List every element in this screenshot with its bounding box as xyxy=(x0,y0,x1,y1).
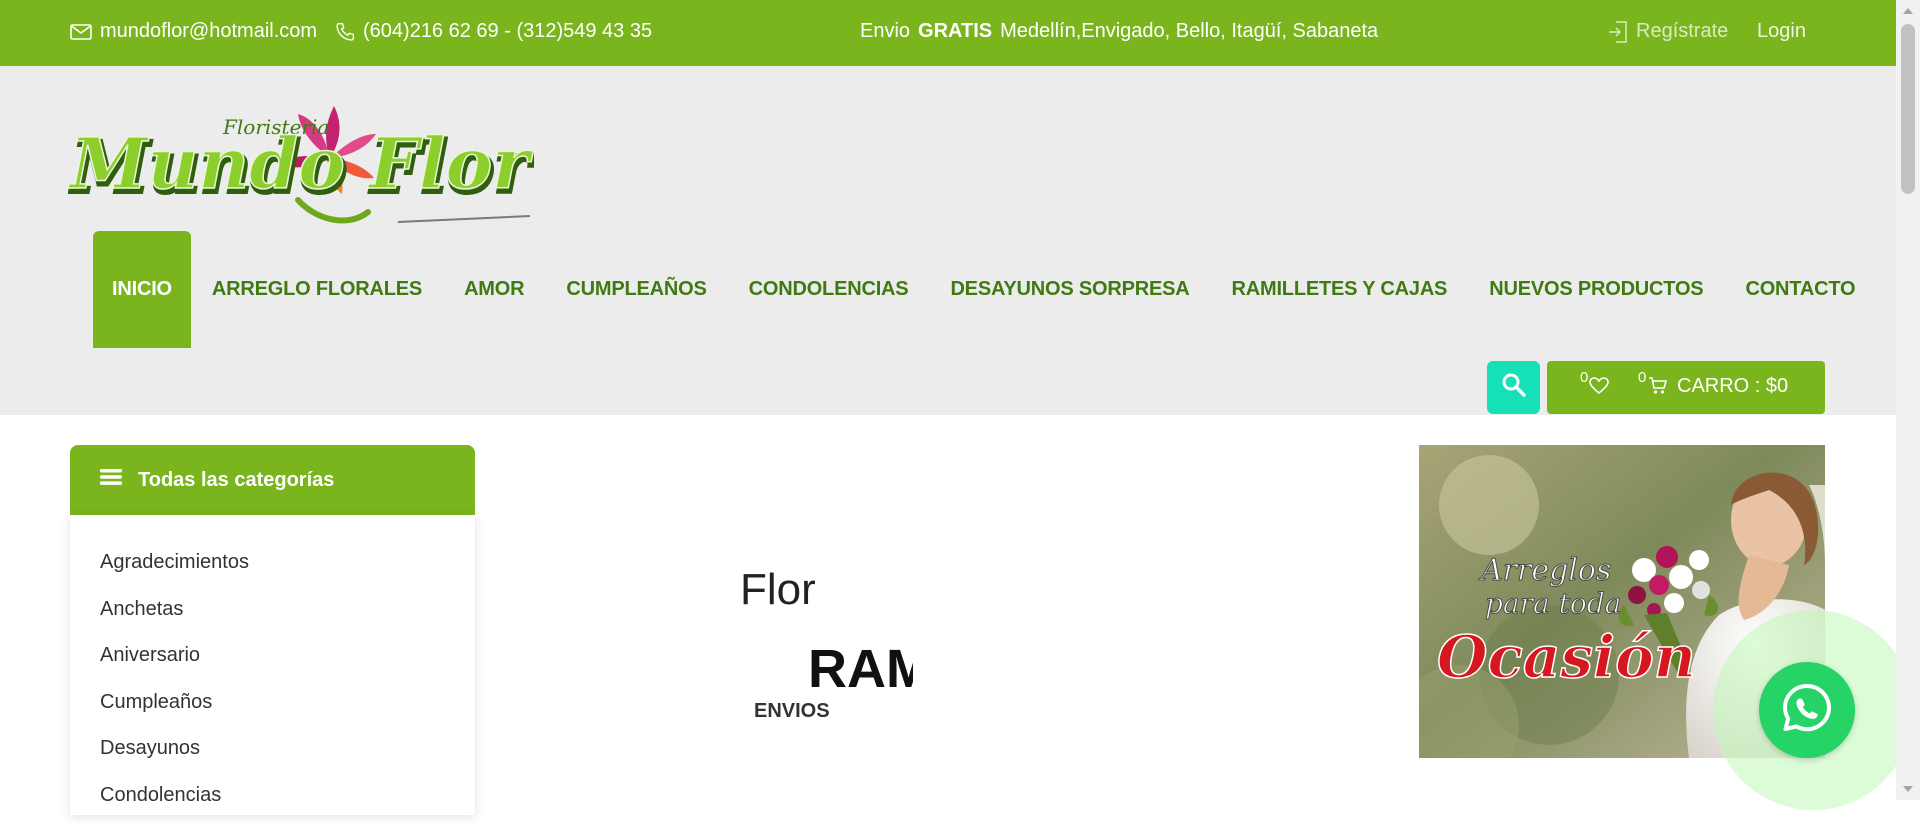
sign-in-icon xyxy=(1608,21,1628,43)
heart-icon[interactable] xyxy=(1589,377,1609,401)
categories-list: Agradecimientos Anchetas Aniversario Cum… xyxy=(70,515,475,815)
banner-line2: para toda xyxy=(1485,587,1621,620)
phone-text: (604)216 62 69 - (312)549 43 35 xyxy=(363,20,652,43)
whatsapp-icon xyxy=(1779,680,1835,741)
category-item[interactable]: Desayunos xyxy=(100,737,475,784)
nav-condolencias[interactable]: CONDOLENCIAS xyxy=(728,231,930,348)
menu-icon xyxy=(100,468,122,492)
cart-bar: 0 0 CARRO : $0 xyxy=(1547,361,1825,414)
nav-nuevos-productos[interactable]: NUEVOS PRODUCTOS xyxy=(1468,231,1724,348)
cart-count: 0 xyxy=(1638,369,1646,386)
email-link[interactable]: mundoflor@hotmail.com xyxy=(70,20,317,43)
nav-contacto[interactable]: CONTACTO xyxy=(1724,231,1876,348)
shipping-free: GRATIS xyxy=(918,20,992,43)
cart-label[interactable]: CARRO : $0 xyxy=(1677,375,1788,398)
nav-ramilletes-y-cajas[interactable]: RAMILLETES Y CAJAS xyxy=(1211,231,1469,348)
phone-icon xyxy=(335,22,355,42)
top-bar: mundoflor@hotmail.com (604)216 62 69 - (… xyxy=(0,0,1896,66)
search-button[interactable] xyxy=(1487,361,1540,414)
page-scrollbar[interactable] xyxy=(1896,0,1920,800)
slider-text-envios: ENVIOS xyxy=(754,700,830,723)
register-text: Regístrate xyxy=(1636,20,1728,43)
category-item[interactable]: Cumpleaños xyxy=(100,691,475,738)
logo-main-text: Mundo Flor xyxy=(68,122,534,205)
shipping-areas: Medellín,Envigado, Bello, Itagüí, Sabane… xyxy=(1000,20,1378,43)
register-link[interactable]: Regístrate xyxy=(1608,20,1728,43)
categories-header[interactable]: Todas las categorías xyxy=(70,445,475,515)
search-icon xyxy=(1501,372,1527,403)
shipping-prefix: Envio xyxy=(860,20,910,43)
main-nav: INICIO ARREGLO FLORALES AMOR CUMPLEAÑOS … xyxy=(93,231,1876,348)
category-item[interactable]: Anchetas xyxy=(100,598,475,645)
slider-text-flor: Flor xyxy=(740,565,815,615)
scroll-up-icon[interactable] xyxy=(1903,8,1913,14)
whatsapp-button[interactable] xyxy=(1759,662,1855,758)
nav-arreglo-florales[interactable]: ARREGLO FLORALES xyxy=(191,231,443,348)
wishlist-count: 0 xyxy=(1580,369,1588,386)
banner-line3: Ocasión xyxy=(1437,623,1696,691)
scroll-down-icon[interactable] xyxy=(1903,786,1913,792)
scroll-thumb[interactable] xyxy=(1901,24,1915,194)
phone-link[interactable]: (604)216 62 69 - (312)549 43 35 xyxy=(335,20,652,43)
cart-icon[interactable] xyxy=(1648,377,1668,401)
category-item[interactable]: Aniversario xyxy=(100,644,475,691)
login-text: Login xyxy=(1757,20,1806,43)
categories-title: Todas las categorías xyxy=(138,469,334,492)
category-item[interactable]: Agradecimientos xyxy=(100,551,475,598)
banner-line1: Arreglos xyxy=(1478,553,1611,588)
nav-amor[interactable]: AMOR xyxy=(443,231,545,348)
shipping-notice: Envio GRATIS Medellín,Envigado, Bello, I… xyxy=(860,20,1378,43)
email-text: mundoflor@hotmail.com xyxy=(100,20,317,43)
slider-text-ram: RAM xyxy=(808,640,913,698)
login-link[interactable]: Login xyxy=(1757,20,1806,43)
nav-inicio[interactable]: INICIO xyxy=(93,231,191,348)
mail-icon xyxy=(70,24,92,40)
nav-desayunos-sorpresa[interactable]: DESAYUNOS SORPRESA xyxy=(929,231,1210,348)
site-logo[interactable]: Floristeria Mundo Flor Mundo Flor xyxy=(68,100,534,232)
nav-cumpleanos[interactable]: CUMPLEAÑOS xyxy=(545,231,727,348)
category-item[interactable]: Condolencias xyxy=(100,784,475,830)
